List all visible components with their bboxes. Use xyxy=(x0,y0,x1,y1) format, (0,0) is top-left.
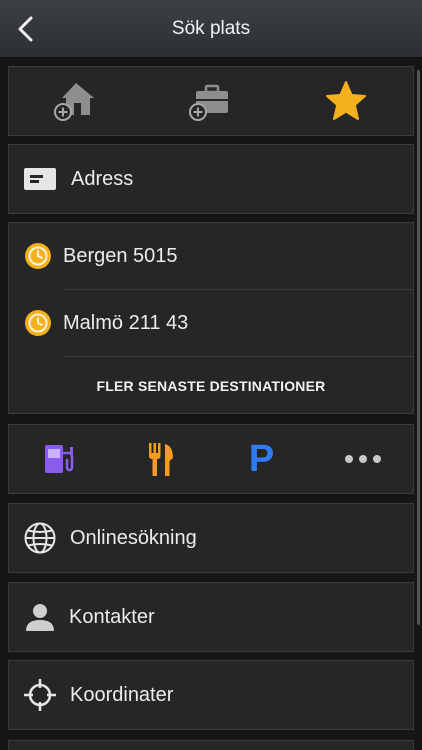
recent-item-label: Malmö 211 43 xyxy=(63,311,189,334)
more-icon xyxy=(344,455,381,463)
quick-destinations-bar xyxy=(8,66,414,136)
contacts-label: Kontakter xyxy=(69,605,155,628)
coordinates-item[interactable]: Koordinater xyxy=(8,660,414,730)
more-categories-button[interactable] xyxy=(312,425,413,493)
home-add-icon xyxy=(54,83,95,121)
fuel-category-button[interactable] xyxy=(9,425,110,493)
top-bar: Sök plats xyxy=(0,0,422,58)
address-label: Adress xyxy=(71,167,134,190)
more-recent-destinations-link[interactable]: FLER SENASTE DESTINATIONER xyxy=(9,378,413,394)
recent-item-label: Bergen 5015 xyxy=(63,244,178,267)
add-home-button[interactable] xyxy=(9,67,144,135)
parking-category-button[interactable]: P xyxy=(211,425,312,493)
globe-icon xyxy=(24,522,56,554)
list-item[interactable]: Bergen 5015 xyxy=(9,223,413,289)
person-icon xyxy=(26,604,54,631)
list-item[interactable]: Malmö 211 43 xyxy=(9,290,413,356)
add-work-button[interactable] xyxy=(144,67,279,135)
divider xyxy=(63,356,413,357)
history-clock-icon xyxy=(25,243,51,269)
work-add-icon xyxy=(189,84,228,121)
favorites-button[interactable] xyxy=(278,67,413,135)
parking-icon: P xyxy=(248,437,275,480)
next-item-partial xyxy=(8,740,414,750)
scrollbar[interactable] xyxy=(417,70,420,625)
category-bar: P xyxy=(8,424,414,494)
envelope-icon xyxy=(24,168,56,190)
contacts-item[interactable]: Kontakter xyxy=(8,582,414,652)
page-title: Sök plats xyxy=(171,18,251,39)
coordinates-label: Koordinater xyxy=(70,683,174,706)
history-clock-icon xyxy=(25,310,51,336)
favorites-star-icon xyxy=(325,81,366,120)
crosshair-icon xyxy=(24,679,56,711)
restaurant-icon xyxy=(148,443,173,476)
address-search-item[interactable]: Adress xyxy=(8,144,414,214)
recent-destinations: Bergen 5015 Malmö 211 43 FLER SENASTE DE… xyxy=(8,222,414,414)
online-search-item[interactable]: Onlinesökning xyxy=(8,503,414,573)
fuel-station-icon xyxy=(44,445,73,473)
restaurant-category-button[interactable] xyxy=(110,425,211,493)
online-search-label: Onlinesökning xyxy=(70,526,197,549)
